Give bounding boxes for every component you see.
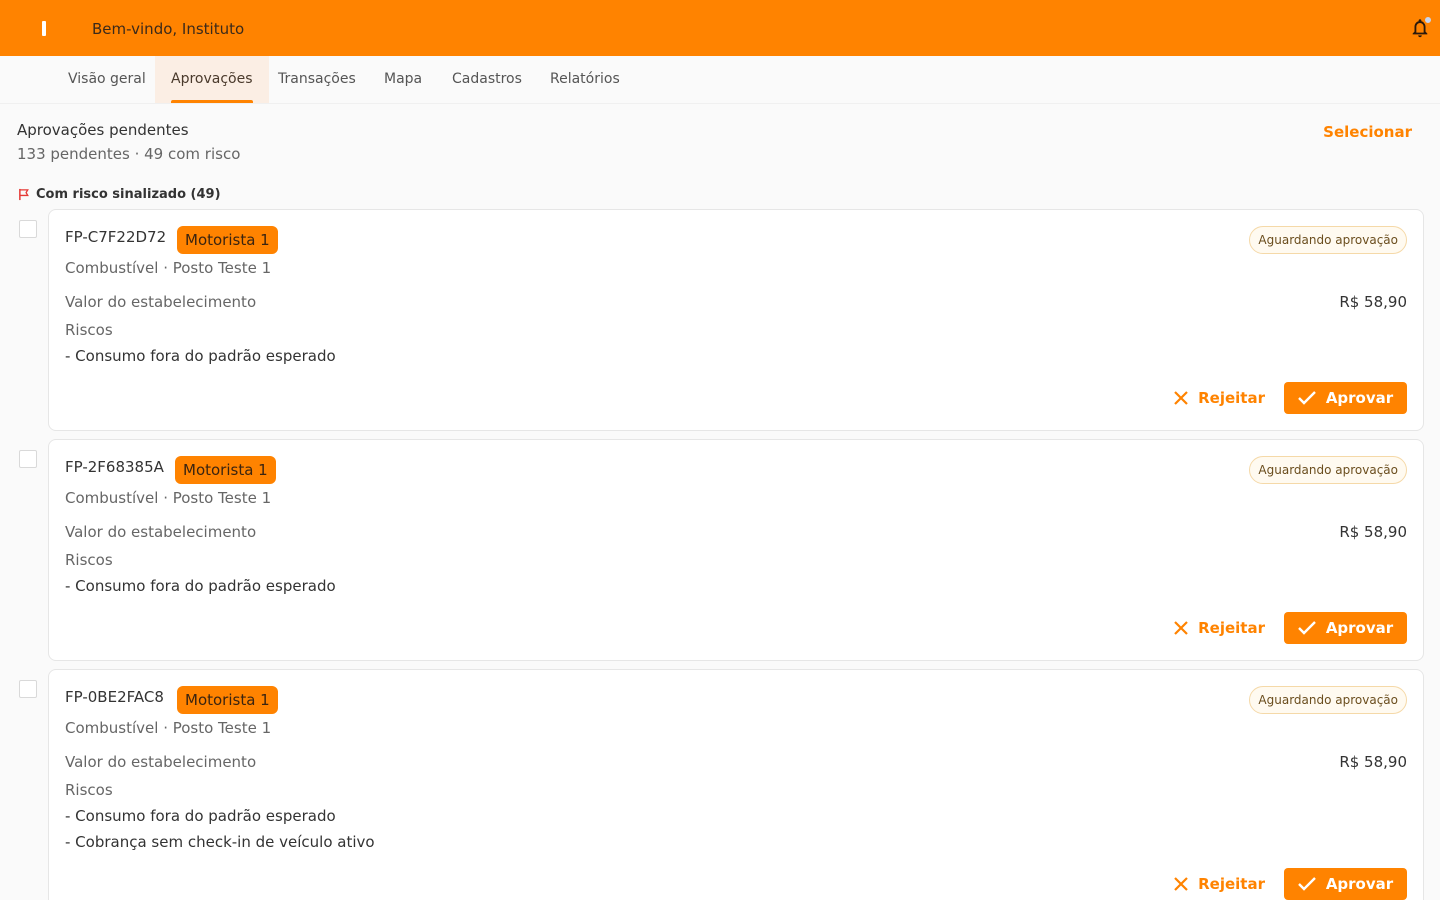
tab-mapa[interactable]: Mapa xyxy=(368,56,438,103)
risk-item: - Consumo fora do padrão esperado xyxy=(65,347,336,365)
risks-label: Riscos xyxy=(65,551,113,569)
close-icon xyxy=(1174,621,1188,635)
driver-badge: Motorista 1 xyxy=(177,226,278,254)
row-checkbox[interactable] xyxy=(19,680,37,698)
transaction-subtitle: Combustível · Posto Teste 1 xyxy=(65,259,272,277)
main-tabs: Visão geral Aprovações Transações Mapa C… xyxy=(0,56,1440,104)
reject-button[interactable]: Rejeitar xyxy=(1174,612,1265,644)
driver-badge: Motorista 1 xyxy=(175,456,276,484)
tab-transacoes[interactable]: Transações xyxy=(262,56,372,103)
transaction-code: FP-0BE2FAC8 xyxy=(65,688,164,706)
status-badge: Aguardando aprovação xyxy=(1249,686,1407,714)
risk-section-label: Com risco sinalizado (49) xyxy=(36,186,221,202)
approve-label: Aprovar xyxy=(1325,619,1394,637)
flag-icon xyxy=(19,188,29,200)
pending-summary: 133 pendentes · 49 com risco xyxy=(17,145,241,163)
value-label: Valor do estabelecimento xyxy=(65,293,257,311)
transaction-value: R$ 58,90 xyxy=(1339,753,1407,771)
transaction-code: FP-C7F22D72 xyxy=(65,228,167,246)
row-checkbox[interactable] xyxy=(19,450,37,468)
risk-section-header: Com risco sinalizado (49) xyxy=(18,186,221,202)
transaction-subtitle: Combustível · Posto Teste 1 xyxy=(65,719,272,737)
status-badge: Aguardando aprovação xyxy=(1249,226,1407,254)
approval-card: FP-0BE2FAC8 Motorista 1 Aguardando aprov… xyxy=(48,669,1424,900)
page-title: Aprovações pendentes xyxy=(17,121,189,139)
approve-label: Aprovar xyxy=(1325,389,1394,407)
driver-badge: Motorista 1 xyxy=(177,686,278,714)
tab-visao-geral[interactable]: Visão geral xyxy=(52,56,162,103)
value-label: Valor do estabelecimento xyxy=(65,753,257,771)
row-checkbox[interactable] xyxy=(19,220,37,238)
close-icon xyxy=(1174,391,1188,405)
app-header: Bem-vindo, Instituto xyxy=(0,0,1440,56)
status-badge: Aguardando aprovação xyxy=(1249,456,1407,484)
risk-item: - Cobrança sem check-in de veículo ativo xyxy=(65,833,375,851)
transaction-value: R$ 58,90 xyxy=(1339,293,1407,311)
select-button[interactable]: Selecionar xyxy=(1323,123,1412,141)
transaction-value: R$ 58,90 xyxy=(1339,523,1407,541)
check-icon xyxy=(1297,621,1316,635)
risk-item: - Consumo fora do padrão esperado xyxy=(65,577,336,595)
transaction-subtitle: Combustível · Posto Teste 1 xyxy=(65,489,272,507)
approval-card: FP-2F68385A Motorista 1 Aguardando aprov… xyxy=(48,439,1424,661)
transaction-code: FP-2F68385A xyxy=(65,458,164,476)
risk-item: - Consumo fora do padrão esperado xyxy=(65,807,336,825)
reject-label: Rejeitar xyxy=(1198,389,1265,407)
reject-button[interactable]: Rejeitar xyxy=(1174,868,1265,900)
check-icon xyxy=(1297,391,1316,405)
approval-card: FP-C7F22D72 Motorista 1 Aguardando aprov… xyxy=(48,209,1424,431)
approve-button[interactable]: Aprovar xyxy=(1284,382,1407,414)
approve-button[interactable]: Aprovar xyxy=(1284,612,1407,644)
welcome-text: Bem-vindo, Instituto xyxy=(92,20,245,38)
approve-label: Aprovar xyxy=(1325,875,1394,893)
tab-cadastros[interactable]: Cadastros xyxy=(436,56,538,103)
reject-button[interactable]: Rejeitar xyxy=(1174,382,1265,414)
check-icon xyxy=(1297,877,1316,891)
risks-label: Riscos xyxy=(65,321,113,339)
value-label: Valor do estabelecimento xyxy=(65,523,257,541)
reject-label: Rejeitar xyxy=(1198,619,1265,637)
approve-button[interactable]: Aprovar xyxy=(1284,868,1407,900)
tab-relatorios[interactable]: Relatórios xyxy=(534,56,636,103)
tab-aprovacoes[interactable]: Aprovações xyxy=(155,56,269,103)
risks-label: Riscos xyxy=(65,781,113,799)
reject-label: Rejeitar xyxy=(1198,875,1265,893)
close-icon xyxy=(1174,877,1188,891)
logo xyxy=(42,21,46,36)
notification-badge xyxy=(1423,15,1433,25)
